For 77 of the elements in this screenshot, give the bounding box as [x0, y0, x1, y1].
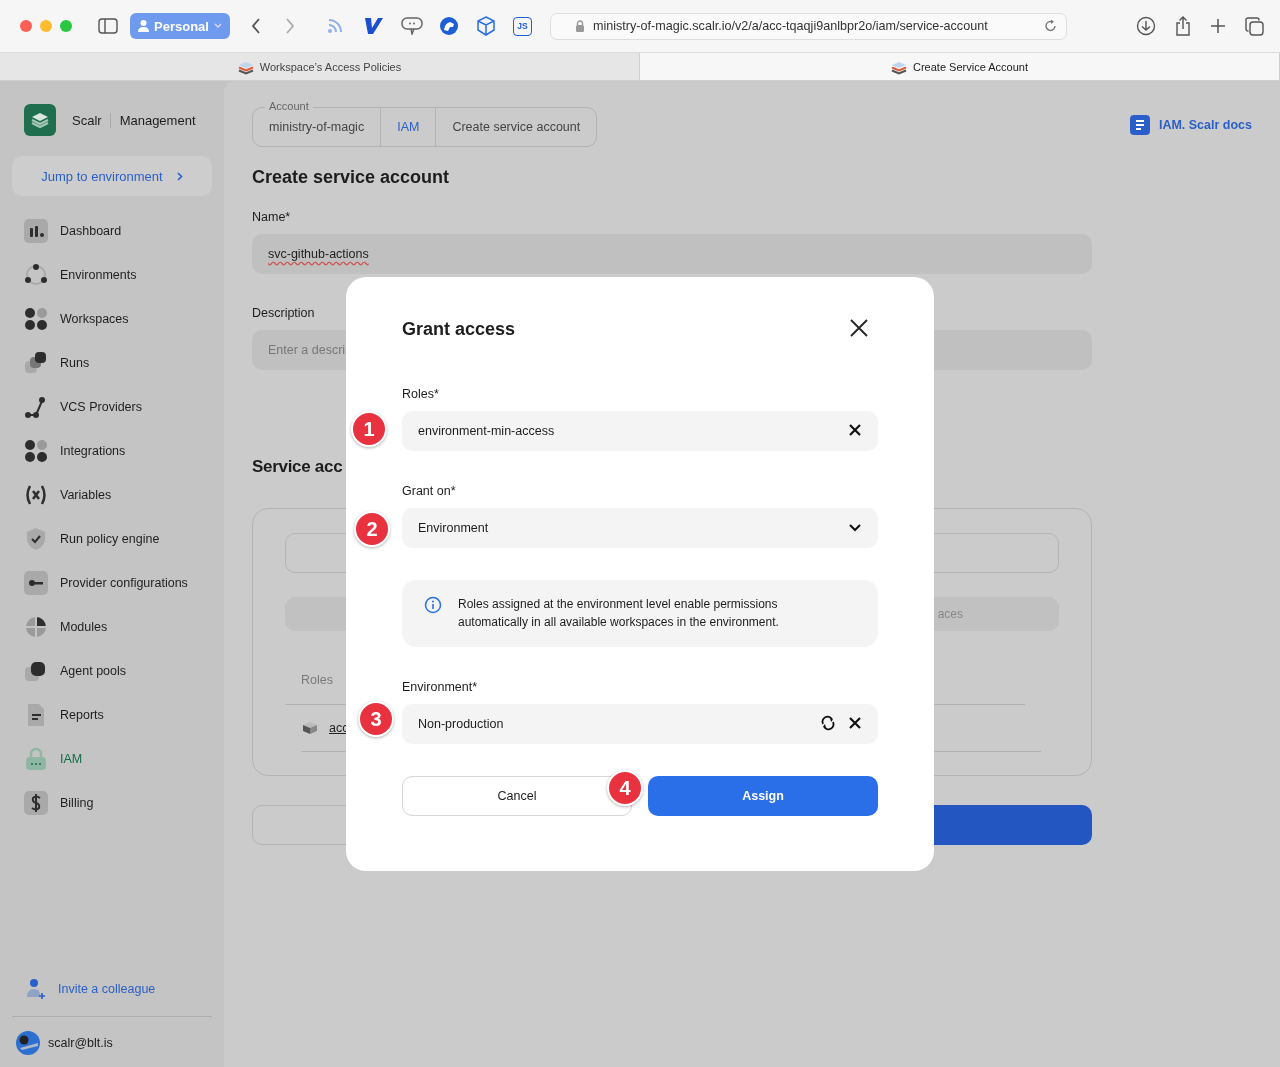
nav-item[interactable]: Billing [12, 781, 212, 825]
add-person-icon [26, 978, 46, 1000]
sidebar-toggle-icon[interactable] [98, 18, 118, 34]
nav-icon [24, 219, 48, 243]
step-marker: 1 [351, 411, 387, 447]
browser-tab[interactable]: Workspace’s Access Policies [0, 53, 640, 80]
field-label: Environment* [402, 680, 479, 694]
avatar-icon [16, 1031, 40, 1055]
section-name: Management [118, 112, 196, 128]
nav-item[interactable]: Workspaces [12, 297, 212, 341]
js-extension-icon[interactable]: JS [512, 16, 532, 36]
nav-item[interactable]: Provider configurations [12, 561, 212, 605]
nav-icon [24, 615, 48, 639]
nav-item[interactable]: IAM [12, 737, 212, 781]
nav-item[interactable]: Integrations [12, 429, 212, 473]
field-label: Name* [252, 210, 292, 224]
tab-overview-icon[interactable] [1245, 16, 1264, 36]
step-marker: 4 [607, 770, 643, 806]
nav-item[interactable]: Variables [12, 473, 212, 517]
brand-name: Scalr [72, 112, 111, 128]
person-icon [138, 20, 149, 32]
nav-item[interactable]: Runs [12, 341, 212, 385]
nav-icon [24, 307, 48, 331]
browser-tab[interactable]: Create Service Account [640, 53, 1280, 80]
close-window-icon[interactable] [20, 20, 32, 32]
assign-button[interactable]: Assign [648, 776, 878, 816]
nav-icon [24, 395, 48, 419]
field-label: Roles* [402, 387, 440, 401]
app-logo-icon [24, 104, 56, 136]
nav-icon [24, 351, 48, 375]
nav-icon [24, 747, 48, 771]
speech-bubble-icon[interactable] [400, 17, 423, 35]
step-marker: 2 [354, 511, 390, 547]
back-icon[interactable] [249, 17, 262, 35]
name-field[interactable]: svc-github-actions [252, 234, 1092, 274]
step-marker: 3 [358, 701, 394, 737]
new-tab-icon[interactable] [1210, 18, 1226, 34]
info-text: Roles assigned at the environment level enable permissions automatically in all available workspaces in the environment. [458, 596, 780, 631]
cube-icon[interactable] [475, 16, 496, 36]
round-logo-icon[interactable] [438, 16, 459, 36]
chevron-right-icon [176, 171, 183, 181]
nav-item[interactable]: Modules [12, 605, 212, 649]
caret-icon [213, 23, 222, 29]
nav-icon [24, 439, 48, 463]
field-label: Grant on* [402, 484, 457, 498]
breadcrumb-item[interactable]: Create service account [436, 108, 597, 146]
reload-icon[interactable] [1043, 19, 1058, 33]
nav-item[interactable]: Reports [12, 693, 212, 737]
jump-button[interactable]: Jump to environment [12, 156, 212, 196]
document-icon [1129, 115, 1150, 135]
nav-icon [24, 263, 48, 287]
nav-item[interactable]: Run policy engine [12, 517, 212, 561]
chevron-down-icon [848, 523, 862, 533]
address-bar[interactable]: ministry-of-magic.scalr.io/v2/a/acc-tqaqji9anlbpr2o/iam/service-account [549, 12, 1067, 40]
breadcrumb-link[interactable]: IAM [381, 108, 437, 146]
share-icon[interactable] [1175, 16, 1191, 36]
nav-icon [24, 571, 48, 595]
nav-icon [24, 659, 48, 683]
download-icon[interactable] [1136, 16, 1156, 36]
section-title: Service acc [252, 457, 344, 477]
field-label: Description [252, 306, 316, 320]
info-icon [424, 596, 442, 614]
extension-logo-icon[interactable] [363, 17, 384, 35]
user-email: scalr@blt.is [48, 1036, 113, 1050]
breadcrumb-label: Account [265, 100, 313, 112]
nav-item[interactable]: Environments [12, 253, 212, 297]
nav-item[interactable]: VCS Providers [12, 385, 212, 429]
page-title: Create service account [252, 167, 451, 188]
nav-item[interactable]: Agent pools [12, 649, 212, 693]
stack-icon [301, 719, 319, 737]
lock-icon [574, 20, 585, 32]
nav-item[interactable]: Dashboard [12, 209, 212, 253]
nav-icon [24, 483, 48, 507]
nav-icon [24, 527, 48, 551]
docs-link[interactable]: IAM. Scalr docs [1129, 115, 1252, 135]
nav-icon [24, 791, 48, 815]
dialog-title: Grant access [402, 318, 516, 340]
